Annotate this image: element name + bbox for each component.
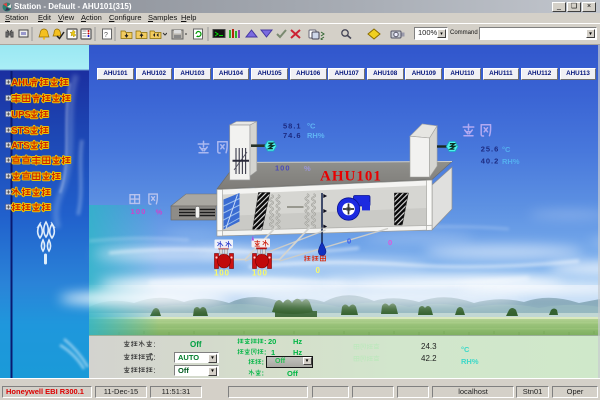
svg-text:%: % [304,164,311,173]
svg-text:100: 100 [214,269,230,278]
svg-text:74.6: 74.6 [283,131,302,140]
svg-text:°C: °C [502,145,511,154]
svg-text:0: 0 [347,237,351,246]
svg-text:%: % [156,208,163,217]
svg-text:式: 式 [146,351,154,361]
svg-text:AHU101: AHU101 [320,169,382,185]
svg-text::: : [154,366,156,375]
svg-text::: : [264,337,267,346]
svg-text:25.6: 25.6 [481,145,500,154]
svg-text::: : [154,340,156,349]
svg-text:AHU: AHU [11,78,32,89]
svg-text:0: 0 [316,266,321,275]
svg-text:°C: °C [307,122,316,131]
svg-text:100: 100 [131,207,147,216]
svg-text:ATS: ATS [11,141,30,152]
svg-text:0: 0 [388,238,392,247]
svg-text:RH%: RH% [502,157,520,166]
svg-text:40.2: 40.2 [481,157,500,166]
svg-text:58.1: 58.1 [283,122,302,131]
svg-text::: : [262,369,265,378]
svg-text::: : [154,353,156,362]
svg-text:100: 100 [252,269,268,278]
svg-text::: : [262,358,265,367]
svg-text::: : [264,348,267,357]
svg-text:STS: STS [11,126,30,137]
svg-text:RH%: RH% [307,131,325,140]
svg-text:UPS: UPS [11,110,31,121]
svg-text:100: 100 [275,164,291,173]
